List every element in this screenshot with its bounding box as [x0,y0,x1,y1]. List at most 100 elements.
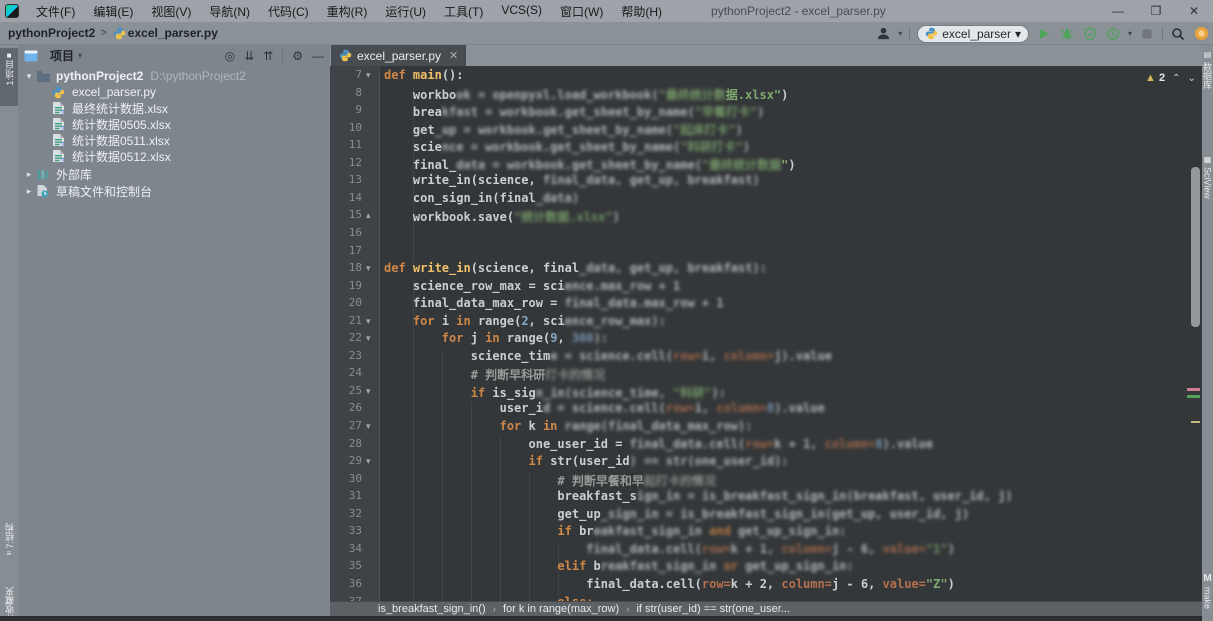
line-number[interactable]: 20 [330,296,362,309]
tree-item-统计数据0512.xlsx[interactable]: ?统计数据0512.xlsx [38,148,171,164]
line-number[interactable]: 19 [330,279,362,292]
fold-marker-icon[interactable]: ▾ [366,263,371,274]
locate-icon[interactable]: ◎ [225,49,235,63]
code-line[interactable]: get_up = workbook.get_sheet_by_name("起床打… [384,121,743,138]
chevron-down-icon[interactable]: ▾ [898,29,902,38]
line-number[interactable]: 7 [330,68,362,81]
code-line[interactable]: science_time = science.cell(row=i, colum… [384,349,832,363]
breadcrumb-file[interactable]: excel_parser.py [128,26,218,40]
tree-item-excel_parser.py[interactable]: excel_parser.py [38,84,156,100]
code-line[interactable]: for j in range(9, 300): [384,331,608,345]
menu-item[interactable]: 运行(U) [376,1,435,22]
line-number[interactable]: 32 [330,507,362,520]
code-line[interactable]: breakfast = workbook.get_sheet_by_name("… [384,103,764,120]
breadcrumb-item[interactable]: if str(user_id) == str(one_user... [636,603,789,615]
code-line[interactable]: # 判断早餐和早起打卡的情况 [384,472,716,489]
search-icon[interactable] [1170,26,1186,42]
chevron-down-icon[interactable]: ▾ [78,51,82,60]
debug-icon[interactable] [1059,26,1075,42]
line-number[interactable]: 26 [330,401,362,414]
line-number[interactable]: 22 [330,331,362,344]
tree-item-统计数据0511.xlsx[interactable]: ?统计数据0511.xlsx [38,132,170,148]
breadcrumb-item[interactable]: is_breakfast_sign_in() [378,603,486,615]
menu-item[interactable]: 工具(T) [435,1,492,22]
close-button[interactable]: ✕ [1175,0,1213,22]
line-number[interactable]: 21 [330,314,362,327]
code-line[interactable]: final_data.cell(row=k + 1, column=j - 6,… [384,542,955,556]
inspection-widget[interactable]: ▲ 2 ⌃ ⌄ [1145,72,1196,84]
code-line[interactable]: science_row_max = science.max_row + 1 [384,279,680,293]
code-line[interactable]: for i in range(2, science_row_max): [384,314,666,328]
tree-item-草稿文件和控制台[interactable]: ▸草稿文件和控制台 [22,183,152,199]
code-line[interactable]: if str(user_id) == str(one_user_id): [384,454,789,468]
code-line[interactable]: science = workbook.get_sheet_by_name("科研… [384,138,750,155]
line-number[interactable]: 28 [330,437,362,450]
maximize-button[interactable]: ❐ [1137,0,1175,22]
line-number[interactable]: 27 [330,419,362,432]
code-editor[interactable]: 7▾89101112131415▴161718▾192021▾22▾232425… [330,66,1202,601]
code-line[interactable]: workbook = openpyxl.load_workbook("最终统计数… [384,86,788,103]
user-icon[interactable] [875,26,891,42]
line-number[interactable]: 34 [330,542,362,555]
line-number[interactable]: 29 [330,454,362,467]
line-number[interactable]: 10 [330,121,362,134]
stop-icon[interactable] [1139,26,1155,42]
code-line[interactable]: for k in range(final_data_max_row): [384,419,752,433]
tab-excel-parser[interactable]: excel_parser.py ✕ [331,45,466,66]
line-number[interactable]: 11 [330,138,362,151]
line-number[interactable]: 36 [330,577,362,590]
promo-icon[interactable] [1193,26,1209,42]
collapse-all-icon[interactable]: ⇈ [263,49,273,63]
chevron-down-icon[interactable]: ▾ [1128,29,1132,38]
code-line[interactable]: def main(): [384,68,464,82]
tree-item-统计数据0505.xlsx[interactable]: ?统计数据0505.xlsx [38,116,171,132]
code-line[interactable]: workbook.save("统计数据.xlsx") [384,208,620,225]
minimize-button[interactable]: — [1099,0,1137,22]
code-line[interactable]: if breakfast_sign_in and get_up_sign_in: [384,524,846,538]
line-number[interactable]: 14 [330,191,362,204]
menu-item[interactable]: 编辑(E) [84,1,142,22]
next-warning-icon[interactable]: ⌄ [1187,73,1195,84]
line-number[interactable]: 15 [330,208,362,221]
code-line[interactable]: def write_in(science, final_data, get_up… [384,261,767,275]
code-line[interactable]: # 判断早科研打卡的情况 [384,366,605,383]
line-number[interactable]: 12 [330,156,362,169]
line-number[interactable]: 25 [330,384,362,397]
breadcrumb-project[interactable]: pythonProject2 [8,26,95,40]
code-line[interactable]: final_data = workbook.get_sheet_by_name(… [384,156,796,173]
line-number[interactable]: 35 [330,559,362,572]
profiler-icon[interactable] [1105,26,1121,42]
fold-marker-icon[interactable]: ▾ [366,456,371,467]
menu-item[interactable]: 帮助(H) [612,1,671,22]
fold-marker-icon[interactable]: ▾ [366,421,371,432]
line-number[interactable]: 13 [330,173,362,186]
fold-marker-icon[interactable]: ▾ [366,316,371,327]
settings-gear-icon[interactable]: ⚙ [292,49,303,63]
code-line[interactable]: user_id = science.cell(row=i, column=8).… [384,401,825,415]
tree-chevron-icon[interactable]: ▸ [22,169,36,180]
tree-item-最终统计数据.xlsx[interactable]: ?最终统计数据.xlsx [38,100,168,116]
tree-item-外部库[interactable]: ▸外部库 [22,166,92,182]
menu-item[interactable]: 视图(V) [142,1,200,22]
tool-tab-project[interactable]: ■ 1:项目 [0,51,18,86]
error-stripe-mark[interactable] [1187,395,1200,398]
tool-tab-make[interactable]: M make [1202,573,1213,609]
code-line[interactable]: write_in(science, final_data, get_up, br… [384,173,760,187]
line-number[interactable]: 31 [330,489,362,502]
line-number[interactable]: 33 [330,524,362,537]
run-configuration-select[interactable]: excel_parser ▾ [917,25,1029,43]
fold-marker-icon[interactable]: ▾ [366,70,371,81]
fold-marker-icon[interactable]: ▾ [366,386,371,397]
line-number[interactable]: 8 [330,86,362,99]
fold-marker-icon[interactable]: ▾ [366,333,371,344]
line-number[interactable]: 16 [330,226,362,239]
menu-item[interactable]: VCS(S) [492,1,551,22]
editor-scrollbar[interactable] [1191,167,1200,327]
line-number[interactable]: 24 [330,366,362,379]
line-number[interactable]: 17 [330,244,362,257]
code-line[interactable]: final_data.cell(row=k + 2, column=j - 6,… [384,577,955,591]
code-line[interactable]: breakfast_sign_in = is_breakfast_sign_in… [384,489,1013,503]
tool-tab-structure[interactable]: 7:结构 ≡ [0,523,18,558]
menu-item[interactable]: 代码(C) [259,1,318,22]
line-number[interactable]: 23 [330,349,362,362]
